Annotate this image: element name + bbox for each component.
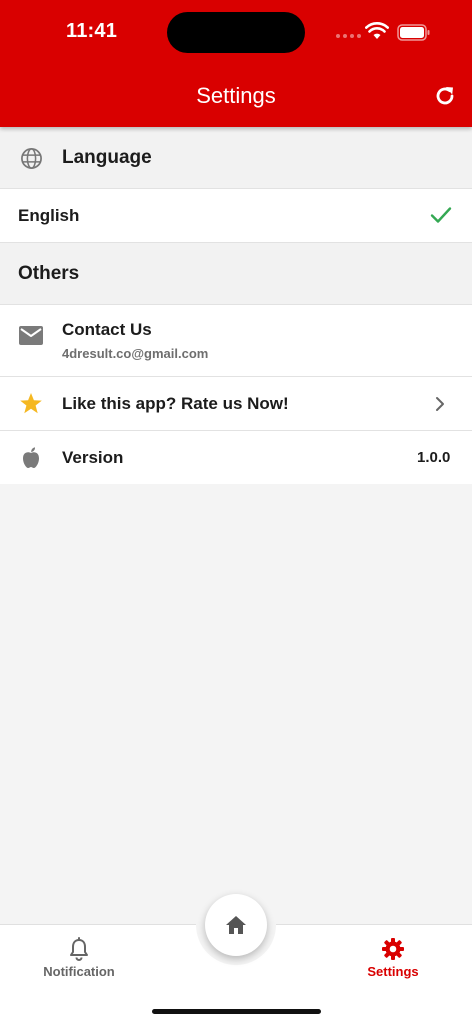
status-time: 11:41 [66, 20, 118, 42]
contact-us-label: Contact Us [62, 320, 152, 339]
mail-icon [19, 326, 43, 345]
home-icon [226, 916, 246, 934]
tab-settings[interactable]: Settings [345, 937, 441, 979]
refresh-icon[interactable] [433, 84, 457, 108]
battery-icon [397, 24, 430, 41]
others-section-header: Others [0, 243, 472, 305]
home-indicator [152, 1009, 321, 1014]
apple-icon [23, 447, 39, 469]
language-section-title: Language [62, 147, 152, 168]
version-row: Version 1.0.0 [0, 431, 472, 484]
star-icon [20, 393, 42, 414]
contact-us-row[interactable]: Contact Us 4dresult.co@gmail.com [0, 305, 472, 377]
cellular-signal-icon [336, 34, 361, 38]
bell-icon [70, 937, 88, 961]
rate-app-row[interactable]: Like this app? Rate us Now! [0, 377, 472, 431]
chevron-right-icon [436, 397, 444, 411]
language-section-header: Language [0, 127, 472, 189]
checkmark-icon [430, 207, 452, 223]
wifi-icon [365, 22, 389, 39]
dynamic-island [167, 12, 305, 53]
gear-icon [382, 938, 404, 960]
globe-icon [21, 148, 42, 169]
language-option-english[interactable]: English [0, 189, 472, 243]
tab-notification-label: Notification [43, 964, 115, 979]
contact-email: 4dresult.co@gmail.com [62, 346, 209, 361]
language-option-label: English [18, 206, 80, 225]
tab-notification[interactable]: Notification [28, 937, 130, 979]
rate-app-label: Like this app? Rate us Now! [62, 394, 289, 413]
home-button[interactable] [205, 894, 267, 956]
tab-settings-label: Settings [367, 964, 419, 979]
app-header: 11:41 Settings [0, 0, 472, 127]
others-section-title: Others [18, 263, 80, 284]
version-label: Version [62, 448, 124, 467]
version-value: 1.0.0 [417, 449, 451, 466]
page-title: Settings [196, 83, 276, 108]
